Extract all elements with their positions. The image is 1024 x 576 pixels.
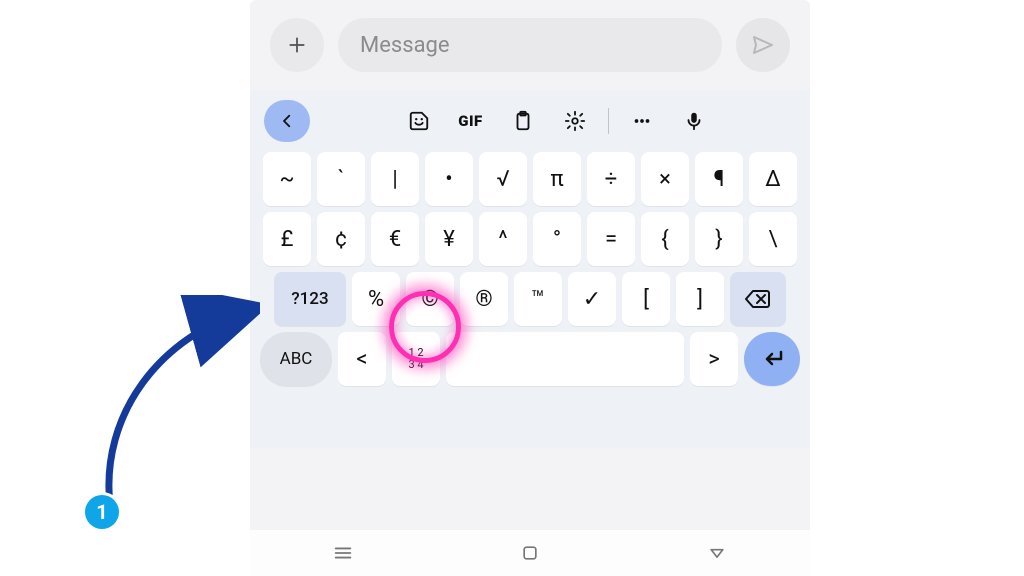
key-space[interactable] [446,332,684,386]
key-lbrace[interactable]: { [641,212,689,266]
key-abc[interactable]: ABC [260,332,332,386]
key-check[interactable]: ✓ [568,272,616,326]
key-caret[interactable]: ^ [479,212,527,266]
nav-back[interactable] [703,539,731,567]
dots-icon [631,110,653,132]
system-nav [250,530,810,576]
toolbar-divider [608,108,609,134]
gear-icon [564,110,586,132]
key-rbrace[interactable]: } [695,212,743,266]
gif-button[interactable]: GIF [448,100,494,142]
key-bullet[interactable]: • [425,152,473,206]
plus-icon [286,34,308,56]
sticker-button[interactable] [396,100,442,142]
key-equals[interactable]: = [587,212,635,266]
more-button[interactable] [619,100,665,142]
key-pipe[interactable]: | [371,152,419,206]
key-pi[interactable]: π [533,152,581,206]
add-button[interactable] [270,18,324,72]
key-gt[interactable]: > [690,332,738,386]
backspace-icon [744,288,772,310]
key-numpad[interactable]: 1 2 3 4 [392,332,440,386]
key-backslash[interactable]: \ [749,212,797,266]
send-icon [751,33,775,57]
key-backspace[interactable] [730,272,786,326]
message-input[interactable]: Message [338,18,722,72]
nav-recent[interactable] [329,539,357,567]
message-bar: Message [250,0,810,90]
key-copyright[interactable]: © [406,272,454,326]
recent-icon [332,542,354,564]
key-pound[interactable]: £ [263,212,311,266]
mic-button[interactable] [671,100,717,142]
key-pilcrow[interactable]: ¶ [695,152,743,206]
key-percent[interactable]: % [352,272,400,326]
key-registered[interactable]: ® [460,272,508,326]
chevron-left-icon [278,112,296,130]
send-button[interactable] [736,18,790,72]
key-row-4: ABC < 1 2 3 4 > [260,332,800,386]
key-degree[interactable]: ° [533,212,581,266]
key-tilde[interactable]: ~ [263,152,311,206]
home-icon [520,543,540,563]
keyboard: GIF ~ ` | • √ π ÷ × ¶ Δ [250,90,810,448]
nav-home[interactable] [516,539,544,567]
clipboard-button[interactable] [500,100,546,142]
clipboard-icon [512,110,534,132]
key-trademark[interactable]: ™ [514,272,562,326]
key-sqrt[interactable]: √ [479,152,527,206]
key-more-symbols[interactable]: ?123 [274,272,346,326]
back-button[interactable] [264,100,310,142]
step-badge: 1 [85,495,119,529]
phone-frame: Message GIF [250,0,810,576]
keyboard-toolbar: GIF [260,96,800,146]
message-placeholder: Message [360,33,450,58]
key-row-3: ?123 % © ® ™ ✓ [ ] [260,272,800,326]
enter-icon [759,348,785,370]
key-delta[interactable]: Δ [749,152,797,206]
settings-button[interactable] [552,100,598,142]
key-cent[interactable]: ¢ [317,212,365,266]
key-row-2: £ ¢ € ¥ ^ ° = { } \ [260,212,800,266]
key-multiply[interactable]: × [641,152,689,206]
key-divide[interactable]: ÷ [587,152,635,206]
key-backtick[interactable]: ` [317,152,365,206]
callout-arrow [90,295,260,525]
key-row-1: ~ ` | • √ π ÷ × ¶ Δ [260,152,800,206]
key-euro[interactable]: € [371,212,419,266]
key-lt[interactable]: < [338,332,386,386]
key-enter[interactable] [744,332,800,386]
triangle-down-icon [707,543,727,563]
sticker-icon [408,110,430,132]
key-yen[interactable]: ¥ [425,212,473,266]
mic-icon [683,110,705,132]
key-lbracket[interactable]: [ [622,272,670,326]
key-rbracket[interactable]: ] [676,272,724,326]
